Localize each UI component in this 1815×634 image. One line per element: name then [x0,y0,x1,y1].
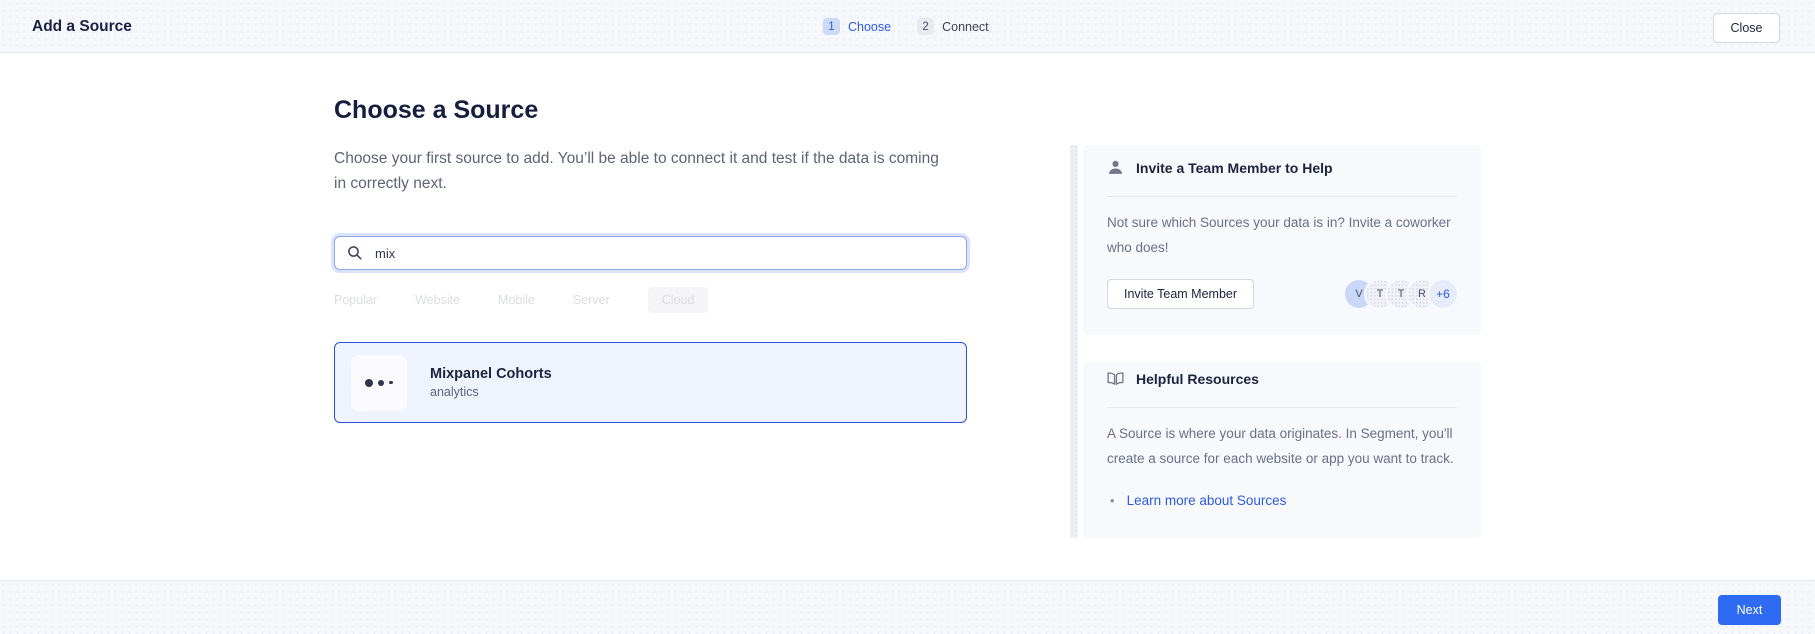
tab-popular[interactable]: Popular [334,287,377,313]
avatar-more-count: +6 [1429,280,1457,308]
source-result-mixpanel-cohorts[interactable]: Mixpanel Cohorts analytics [334,342,967,423]
divider [1107,407,1457,408]
page-description: Choose your first source to add. You’ll … [334,146,946,196]
step-number-badge: 2 [917,18,934,35]
resources-panel-title: Helpful Resources [1136,371,1259,387]
invite-team-panel: Invite a Team Member to Help Not sure wh… [1083,145,1481,335]
bottom-bar: Next [0,580,1815,634]
source-name: Mixpanel Cohorts [430,366,552,382]
source-search [334,236,967,270]
page-title: Choose a Source [334,95,538,125]
search-input[interactable] [334,236,967,270]
source-texts: Mixpanel Cohorts analytics [430,366,552,399]
person-icon [1107,159,1124,176]
stepper: 1 Choose 2 Connect [823,0,989,53]
tab-mobile[interactable]: Mobile [498,287,535,313]
step-label: Choose [848,20,891,34]
mixpanel-dots-icon [351,355,407,411]
invite-team-member-button[interactable]: Invite Team Member [1107,279,1254,309]
category-tabs: Popular Website Mobile Server Cloud [334,287,708,313]
top-bar: Add a Source 1 Choose 2 Connect Close [0,0,1815,53]
tab-website[interactable]: Website [415,287,460,313]
team-avatars: V T T R +6 [1345,280,1457,308]
step-number-badge: 1 [823,18,840,35]
book-icon [1107,370,1124,387]
invite-panel-title: Invite a Team Member to Help [1136,160,1333,176]
sidebar-divider [1070,145,1078,538]
add-source-dialog: Add a Source 1 Choose 2 Connect Close Ch… [0,0,1815,634]
invite-panel-body: Not sure which Sources your data is in? … [1107,210,1457,260]
close-button[interactable]: Close [1713,13,1780,43]
next-button[interactable]: Next [1718,595,1781,625]
step-choose[interactable]: 1 Choose [823,18,891,35]
step-connect[interactable]: 2 Connect [917,18,989,35]
divider [1107,196,1457,197]
resource-list-item: Learn more about Sources [1107,492,1457,510]
source-category: analytics [430,385,552,399]
step-label: Connect [942,20,989,34]
dialog-title: Add a Source [32,0,132,53]
helpful-resources-panel: Helpful Resources A Source is where your… [1083,362,1481,538]
tab-cloud[interactable]: Cloud [648,287,709,313]
learn-more-sources-link[interactable]: Learn more about Sources [1127,492,1287,510]
resources-panel-body: A Source is where your data originates. … [1107,421,1457,471]
tab-server[interactable]: Server [573,287,610,313]
